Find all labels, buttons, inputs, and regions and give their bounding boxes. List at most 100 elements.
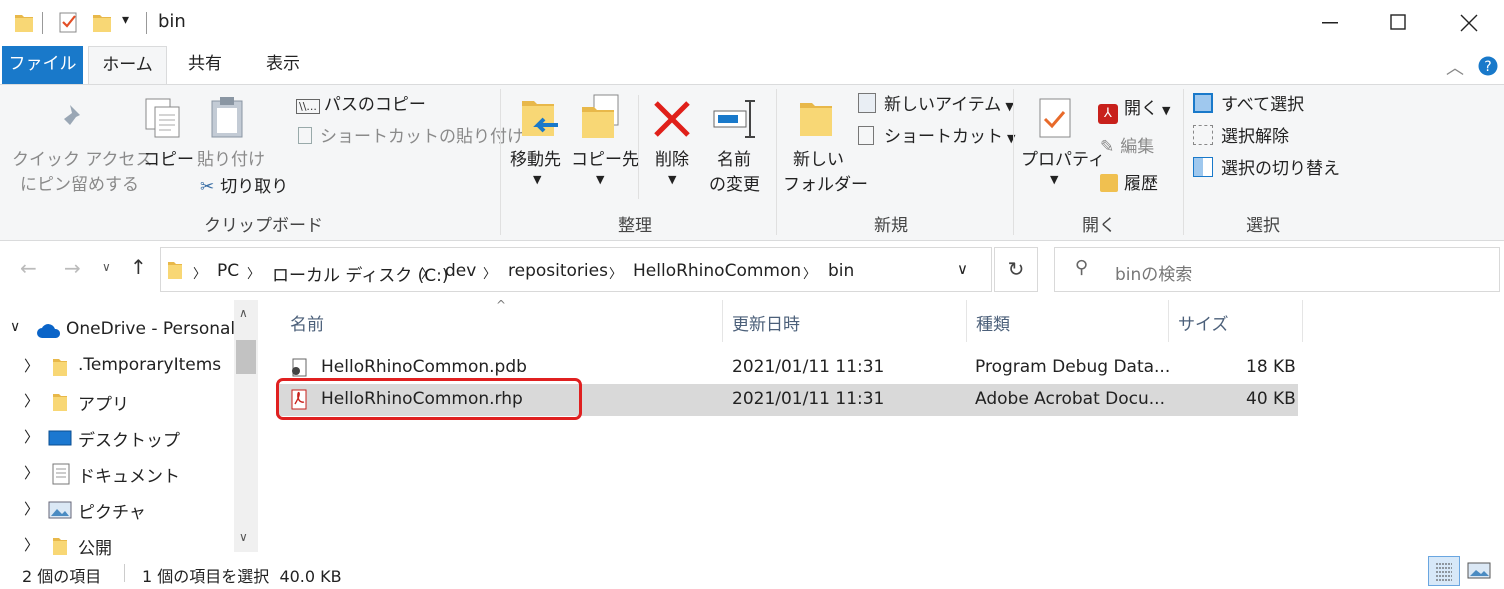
invert-selection-label: 選択の切り替え bbox=[1221, 159, 1340, 179]
scroll-down-icon[interactable]: ∨ bbox=[239, 530, 248, 544]
cut-button[interactable]: ✂ 切り取り bbox=[200, 175, 288, 200]
paste-icon bbox=[211, 97, 243, 138]
nav-label: デスクトップ bbox=[78, 431, 180, 451]
folder-icon bbox=[53, 538, 67, 555]
column-divider[interactable] bbox=[966, 300, 967, 342]
expanded-chevron-icon[interactable]: ∨ bbox=[10, 319, 20, 335]
history-button[interactable]: 履歴 bbox=[1100, 172, 1158, 197]
nav-item-desktop[interactable]: 〉 デスクトップ bbox=[0, 421, 232, 455]
edit-button[interactable]: ✎ 編集 bbox=[1100, 135, 1154, 160]
column-divider[interactable] bbox=[722, 300, 723, 342]
column-header-name[interactable]: 名前 bbox=[290, 310, 324, 335]
details-view-button[interactable] bbox=[1428, 556, 1460, 586]
search-input[interactable]: binの検索 bbox=[1115, 260, 1192, 285]
nav-item-onedrive[interactable]: ∨ OneDrive - Personal bbox=[0, 314, 235, 348]
recent-locations-icon[interactable]: ∨ bbox=[102, 260, 111, 274]
ribbon-tabs: ファイル ホーム 共有 表示 ︿ ? bbox=[0, 46, 1504, 84]
rename-label-1: 名前 bbox=[717, 150, 751, 170]
search-box[interactable]: ⚲ binの検索 bbox=[1054, 247, 1500, 292]
minimize-icon[interactable] bbox=[1322, 22, 1338, 24]
column-header-size[interactable]: サイズ bbox=[1178, 310, 1229, 335]
nav-scrollbar[interactable]: ∧ ∨ bbox=[234, 300, 258, 552]
crumb-dev[interactable]: dev bbox=[445, 261, 476, 281]
scroll-thumb[interactable] bbox=[236, 340, 256, 374]
collapsed-chevron-icon[interactable]: 〉 bbox=[24, 534, 39, 555]
back-arrow-icon[interactable]: ← bbox=[20, 256, 37, 280]
new-item-button[interactable]: 新しいアイテム ▼ bbox=[858, 93, 1014, 119]
nav-label: ピクチャ bbox=[78, 503, 146, 523]
forward-arrow-icon[interactable]: → bbox=[64, 256, 81, 280]
delete-dropdown-icon: ▼ bbox=[668, 173, 677, 186]
collapse-ribbon-icon[interactable]: ︿ bbox=[1446, 54, 1464, 80]
tab-view[interactable]: 表示 bbox=[250, 46, 316, 84]
paste-shortcut-button[interactable]: ショートカットの貼り付け bbox=[298, 125, 524, 150]
documents-icon bbox=[52, 463, 70, 485]
invert-selection-button[interactable]: 選択の切り替え bbox=[1193, 157, 1340, 182]
nav-label: ドキュメント bbox=[78, 467, 180, 487]
properties-quick-icon[interactable] bbox=[58, 10, 80, 34]
group-clipboard: クリップボード bbox=[204, 216, 323, 236]
sort-ascending-icon: ^ bbox=[496, 298, 507, 312]
crumb-repositories[interactable]: repositories bbox=[508, 261, 608, 281]
separator bbox=[1183, 89, 1184, 235]
copy-path-button[interactable]: \\... パスのコピー bbox=[296, 93, 426, 119]
separator bbox=[638, 95, 639, 199]
scissors-icon: ✂ bbox=[200, 177, 215, 197]
column-divider[interactable] bbox=[1302, 300, 1303, 342]
help-icon[interactable]: ? bbox=[1478, 56, 1498, 76]
large-icons-view-button[interactable] bbox=[1466, 559, 1492, 583]
history-icon bbox=[1100, 174, 1118, 192]
details-view-icon bbox=[1436, 563, 1452, 581]
refresh-icon[interactable]: ↻ bbox=[994, 247, 1038, 292]
delete-icon bbox=[654, 101, 690, 137]
nav-item-temporaryitems[interactable]: 〉 .TemporaryItems bbox=[0, 350, 232, 384]
quick-access-dropdown-icon[interactable]: ▾ bbox=[122, 12, 129, 28]
new-folder-label-2: フォルダー bbox=[783, 175, 868, 195]
crumb-pc[interactable]: PC bbox=[217, 261, 239, 281]
address-bar[interactable]: 〉 PC 〉 ローカル ディスク (C:) 〉 dev 〉 repositori… bbox=[160, 247, 992, 292]
tab-file[interactable]: ファイル bbox=[2, 46, 83, 84]
properties-label: プロパティ bbox=[1021, 150, 1105, 170]
close-icon[interactable] bbox=[1460, 14, 1478, 32]
copy-to-dropdown-icon: ▼ bbox=[596, 173, 605, 186]
new-folder-label-1: 新しい bbox=[793, 150, 844, 170]
open-button[interactable]: ⅄ 開く ▼ bbox=[1098, 97, 1170, 124]
group-organize: 整理 bbox=[618, 216, 652, 236]
paste-shortcut-label: ショートカットの貼り付け bbox=[320, 127, 524, 147]
rename-icon bbox=[713, 100, 755, 138]
tab-home[interactable]: ホーム bbox=[88, 46, 167, 84]
shortcut-button[interactable]: ショートカット ▼ bbox=[858, 125, 1015, 151]
select-all-button[interactable]: すべて選択 bbox=[1193, 93, 1304, 118]
select-none-icon bbox=[1193, 125, 1213, 145]
nav-item-pictures[interactable]: 〉 ピクチャ bbox=[0, 493, 232, 527]
column-divider[interactable] bbox=[1168, 300, 1169, 342]
collapsed-chevron-icon[interactable]: 〉 bbox=[24, 426, 39, 447]
up-arrow-icon[interactable]: ↑ bbox=[130, 255, 147, 279]
desktop-icon bbox=[48, 430, 72, 446]
column-header-type[interactable]: 種類 bbox=[976, 310, 1010, 335]
crumb-separator-icon: 〉 bbox=[483, 267, 497, 282]
column-header-date[interactable]: 更新日時 bbox=[732, 310, 800, 335]
collapsed-chevron-icon[interactable]: 〉 bbox=[24, 390, 39, 411]
collapsed-chevron-icon[interactable]: 〉 bbox=[24, 355, 39, 376]
address-dropdown-icon[interactable]: ∨ bbox=[957, 260, 968, 278]
move-to-dropdown-icon: ▼ bbox=[533, 173, 542, 186]
nav-label: .TemporaryItems bbox=[78, 355, 222, 375]
scroll-up-icon[interactable]: ∧ bbox=[239, 306, 248, 320]
new-item-label: 新しいアイテム bbox=[884, 95, 1002, 115]
collapsed-chevron-icon[interactable]: 〉 bbox=[24, 462, 39, 483]
crumb-separator-icon: 〉 bbox=[421, 267, 435, 282]
group-open: 開く bbox=[1082, 216, 1116, 236]
select-none-button[interactable]: 選択解除 bbox=[1193, 125, 1289, 150]
collapsed-chevron-icon[interactable]: 〉 bbox=[24, 498, 39, 519]
crumb-bin[interactable]: bin bbox=[828, 261, 854, 281]
maximize-icon[interactable] bbox=[1390, 14, 1406, 30]
crumb-hellorhinocommon[interactable]: HelloRhinoCommon bbox=[633, 261, 801, 281]
copy-path-icon: \\... bbox=[296, 99, 320, 114]
new-folder-quick-icon[interactable] bbox=[92, 12, 112, 34]
tab-share[interactable]: 共有 bbox=[172, 46, 238, 84]
nav-item-apps[interactable]: 〉 アプリ bbox=[0, 385, 232, 419]
address-bar-row: ← → ∨ ↑ 〉 PC 〉 ローカル ディスク (C:) 〉 dev 〉 re… bbox=[0, 242, 1504, 299]
nav-item-documents[interactable]: 〉 ドキュメント bbox=[0, 457, 232, 491]
crumb-separator-icon: 〉 bbox=[193, 267, 207, 282]
